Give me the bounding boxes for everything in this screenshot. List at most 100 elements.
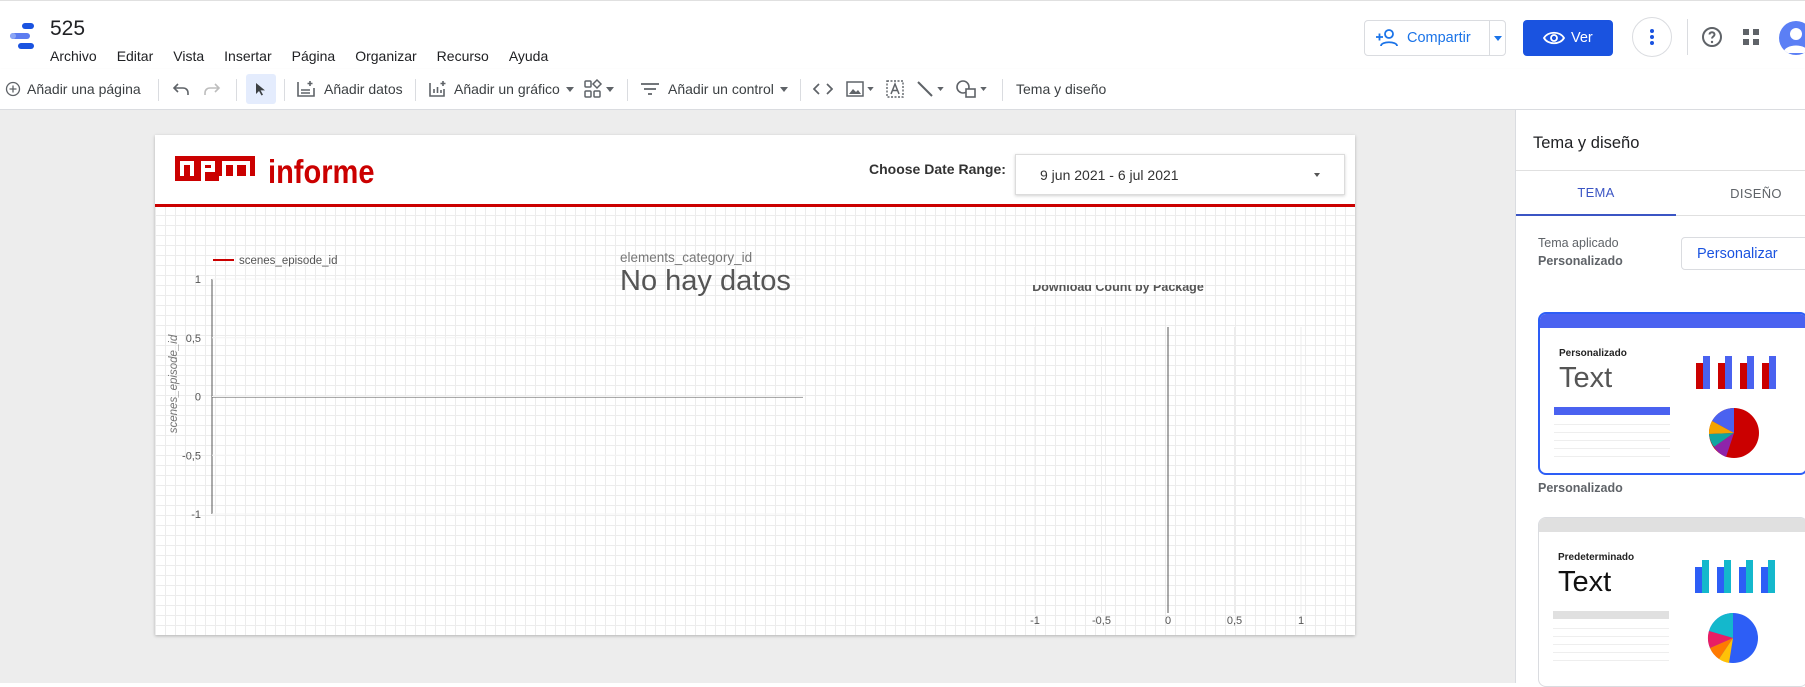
menu-organizar[interactable]: Organizar: [355, 48, 416, 64]
menu-editar[interactable]: Editar: [117, 48, 154, 64]
add-image-button[interactable]: [846, 69, 874, 109]
share-label: Compartir: [1407, 30, 1471, 46]
caret-down-icon: [1314, 173, 1320, 177]
add-line-button[interactable]: [916, 69, 944, 109]
community-visualizations-button[interactable]: [583, 69, 614, 109]
add-data-label: Añadir datos: [324, 81, 403, 97]
menu-vista[interactable]: Vista: [173, 48, 204, 64]
legend: scenes_episode_id: [213, 255, 337, 267]
toolbar-divider: [284, 79, 285, 101]
y-ticks: 1 0,5 0 -0,5 -1: [182, 274, 201, 521]
add-chart-button[interactable]: Añadir un gráfico: [428, 69, 574, 109]
line-icon: [917, 81, 933, 97]
shapes-icon: [956, 80, 976, 98]
add-data-icon: [297, 81, 315, 97]
toolbar-divider: [415, 79, 416, 101]
view-button[interactable]: Ver: [1523, 20, 1613, 56]
cursor-arrow-icon: [256, 83, 265, 96]
user-avatar[interactable]: [1779, 21, 1805, 55]
add-shape-button[interactable]: [955, 69, 987, 109]
add-circle-icon: [5, 81, 21, 97]
x-tick-label: -1: [1030, 615, 1040, 627]
toolbar-divider: [158, 79, 159, 101]
select-tool-button[interactable]: [246, 74, 276, 104]
account-icon: [1783, 28, 1805, 53]
toolbar-divider: [800, 79, 801, 101]
y-axis-label: scenes_episode_id: [168, 334, 180, 433]
caret-down-icon: [1493, 35, 1502, 41]
caret-down-icon: [937, 87, 944, 91]
menu-pagina[interactable]: Página: [292, 48, 336, 64]
add-data-button[interactable]: Añadir datos: [296, 69, 403, 109]
share-button[interactable]: Compartir: [1364, 20, 1490, 56]
app-header: 525 Archivo Editar Vista Insertar Página…: [0, 0, 1805, 69]
applied-theme-value: Personalizado: [1538, 254, 1623, 268]
add-person-icon: [1376, 29, 1398, 47]
applied-theme-label: Tema aplicado: [1538, 236, 1619, 250]
card-accent-bar: [1554, 407, 1670, 415]
date-range-picker[interactable]: 9 jun 2021 - 6 jul 2021: [1015, 154, 1345, 195]
card-lines: [1554, 417, 1670, 457]
caret-down-icon: [980, 87, 987, 91]
add-page-button[interactable]: Añadir una página: [5, 69, 141, 109]
report-page[interactable]: informe Choose Date Range: 9 jun 2021 - …: [155, 135, 1355, 635]
grid-lines: [212, 278, 803, 515]
card-accent-bar: [1553, 611, 1669, 619]
undo-button[interactable]: [172, 69, 190, 109]
date-range-value: 9 jun 2021 - 6 jul 2021: [1040, 166, 1179, 183]
report-title: informe: [268, 153, 375, 190]
filter-icon: [641, 83, 659, 95]
line-chart-scenes[interactable]: scenes_episode_id scenes_episode_id 1 0,5…: [155, 207, 915, 635]
add-control-label: Añadir un control: [668, 81, 774, 97]
date-range-label: Choose Date Range:: [869, 161, 1006, 177]
caret-down-icon: [779, 86, 788, 92]
menu-recurso[interactable]: Recurso: [437, 48, 489, 64]
add-control-button[interactable]: Añadir un control: [640, 69, 788, 109]
caret-down-icon: [606, 86, 614, 92]
more-options-button[interactable]: [1632, 17, 1672, 57]
tab-theme[interactable]: TEMA: [1516, 171, 1676, 216]
no-data-message: No hay datos: [620, 265, 791, 297]
menu-insertar[interactable]: Insertar: [224, 48, 271, 64]
share-dropdown-button[interactable]: [1489, 20, 1506, 56]
panel-tabs: TEMA DISEÑO: [1516, 170, 1805, 216]
view-label: Ver: [1571, 30, 1593, 46]
add-chart-label: Añadir un gráfico: [454, 81, 560, 97]
theme-layout-label: Tema y diseño: [1016, 81, 1107, 97]
redo-button[interactable]: [203, 69, 221, 109]
widgets-icon: [584, 79, 603, 98]
more-vert-icon: [1650, 29, 1654, 45]
menu-ayuda[interactable]: Ayuda: [509, 48, 548, 64]
report-header: informe Choose Date Range: 9 jun 2021 - …: [155, 135, 1355, 207]
theme-card-default[interactable]: Predeterminado Text: [1538, 517, 1805, 687]
card-topbar: [1539, 518, 1805, 532]
help-icon[interactable]: [1700, 25, 1724, 49]
card-name: Personalizado: [1559, 348, 1627, 359]
theme-layout-button[interactable]: Tema y diseño: [1016, 69, 1106, 109]
bar-chart-downloads[interactable]: Download Count by Package -1 -0,5 0 0,5 1: [925, 285, 1345, 635]
data-studio-logo-icon[interactable]: [8, 21, 38, 51]
y-tick-label: 1: [195, 274, 201, 286]
toolbar-divider: [1002, 79, 1003, 101]
caret-down-icon: [565, 86, 574, 92]
menu-archivo[interactable]: Archivo: [50, 48, 97, 64]
y-tick-label: 0,5: [186, 333, 201, 345]
card-preview-charts: [1695, 560, 1775, 663]
add-text-button[interactable]: [886, 69, 904, 109]
tab-layout[interactable]: DISEÑO: [1676, 171, 1805, 216]
toolbar-divider: [236, 79, 237, 101]
apps-grid-icon[interactable]: [1741, 27, 1761, 47]
theme-card-custom[interactable]: Personalizado Text: [1538, 312, 1805, 475]
add-page-label: Añadir una página: [27, 81, 141, 97]
customize-button[interactable]: Personalizar: [1681, 237, 1805, 270]
caret-down-icon: [867, 87, 874, 91]
editor-toolbar: Añadir una página Añadir datos Añadir un…: [0, 69, 1805, 110]
image-icon: [846, 81, 864, 97]
document-title[interactable]: 525: [50, 17, 85, 41]
no-data-chart[interactable]: elements_category_id No hay datos: [620, 250, 791, 298]
text-box-icon: [886, 80, 904, 98]
embed-url-button[interactable]: [813, 69, 833, 109]
no-data-field-label: elements_category_id: [620, 250, 753, 265]
y-tick-label: -1: [191, 509, 201, 521]
menu-bar: Archivo Editar Vista Insertar Página Org…: [50, 48, 568, 64]
